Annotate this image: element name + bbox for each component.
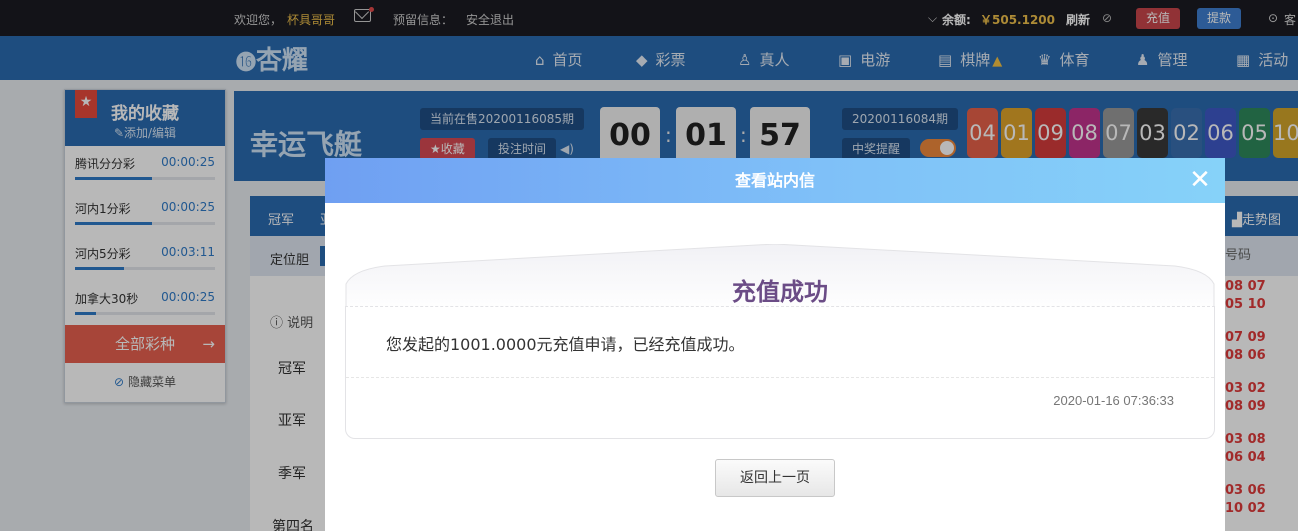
back-button[interactable]: 返回上一页 — [715, 459, 835, 497]
modal-title: 查看站内信 — [734, 171, 815, 190]
close-icon[interactable]: ✕ — [1185, 165, 1215, 195]
message-title: 充值成功 — [732, 278, 828, 306]
message-date: 2020-01-16 07:36:33 — [1053, 393, 1174, 408]
message-body: 您发起的1001.0000元充值申请，已经充值成功。 2020-01-16 07… — [345, 306, 1215, 439]
message-envelope: 充值成功 您发起的1001.0000元充值申请，已经充值成功。 2020-01-… — [345, 244, 1215, 439]
message-text: 您发起的1001.0000元充值申请，已经充值成功。 — [386, 335, 745, 354]
modal-header: 查看站内信 ✕ — [325, 158, 1225, 203]
message-modal: 查看站内信 ✕ 充值成功 您发起的1001.0000元充值申请，已经充值成功。 … — [325, 158, 1225, 531]
